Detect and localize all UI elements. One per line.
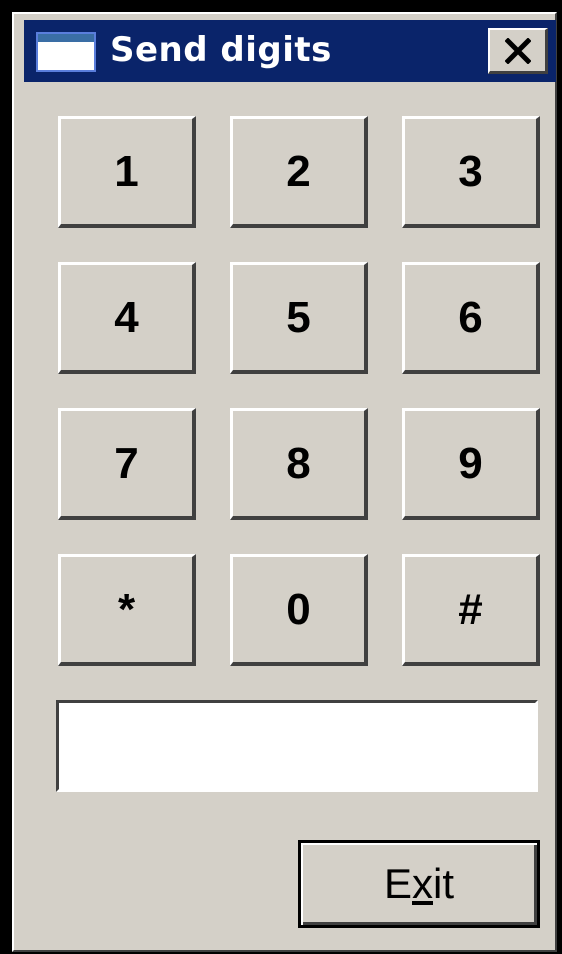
title-bar[interactable]: Send digits xyxy=(24,20,556,82)
close-icon xyxy=(504,37,531,64)
key-6[interactable]: 6 xyxy=(402,262,540,374)
exit-label-mnemonic: x xyxy=(412,860,433,907)
key-8[interactable]: 8 xyxy=(230,408,368,520)
key-5[interactable]: 5 xyxy=(230,262,368,374)
key-4[interactable]: 4 xyxy=(58,262,196,374)
window-title: Send digits xyxy=(110,30,332,70)
key-2[interactable]: 2 xyxy=(230,116,368,228)
key-0[interactable]: 0 xyxy=(230,554,368,666)
key-9[interactable]: 9 xyxy=(402,408,540,520)
exit-label-pre: E xyxy=(383,860,412,907)
key-7[interactable]: 7 xyxy=(58,408,196,520)
key-1[interactable]: 1 xyxy=(58,116,196,228)
exit-button[interactable]: Ex it xyxy=(298,840,540,928)
window-icon xyxy=(36,32,96,72)
key-hash[interactable]: # xyxy=(402,554,540,666)
key-3[interactable]: 3 xyxy=(402,116,540,228)
send-digits-window: Send digits 1 2 3 4 5 6 7 8 9 * 0 # Ex it xyxy=(0,0,562,954)
exit-label-post: it xyxy=(433,860,454,907)
digits-input[interactable] xyxy=(56,700,538,792)
key-star[interactable]: * xyxy=(58,554,196,666)
close-button[interactable] xyxy=(488,28,548,74)
